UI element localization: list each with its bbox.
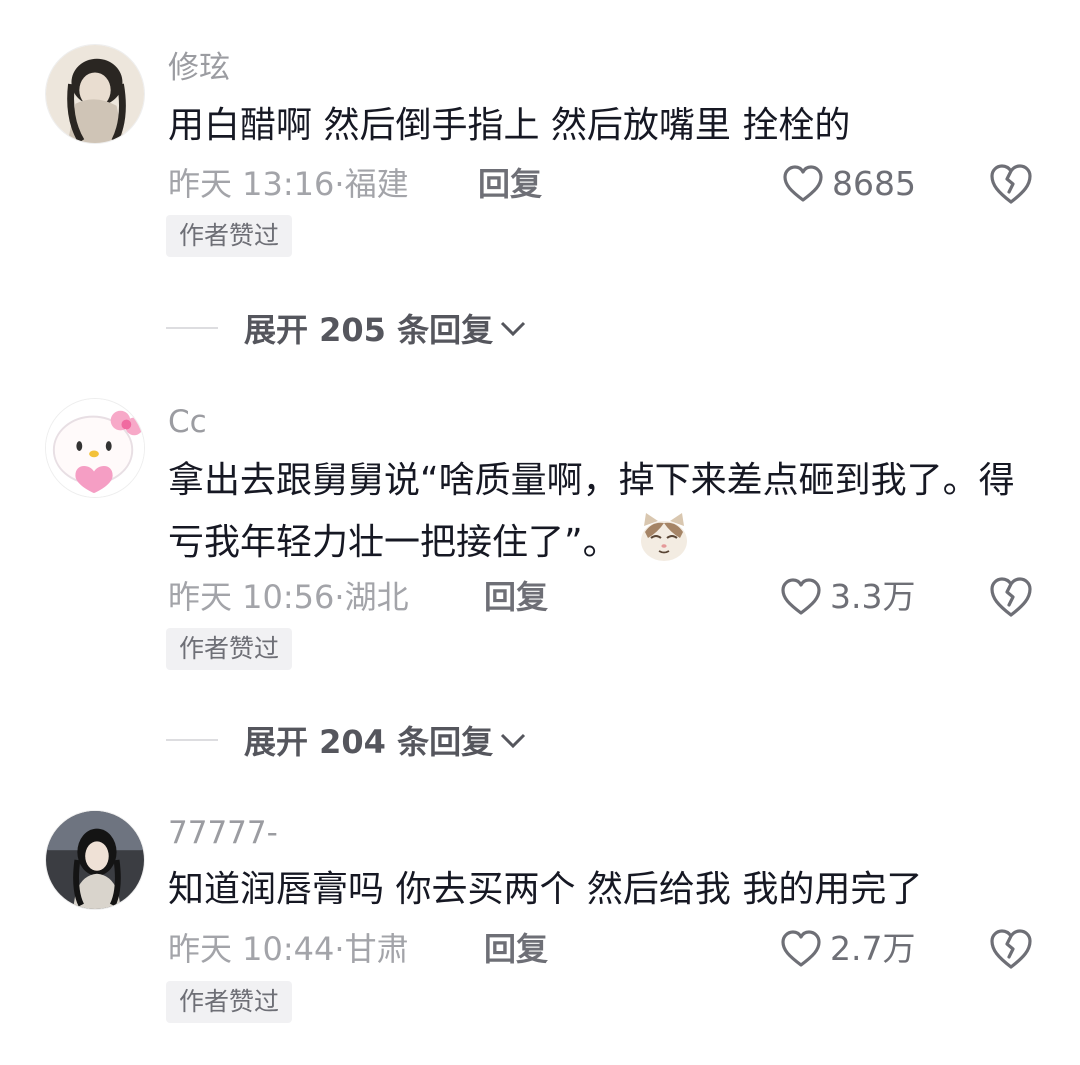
username[interactable]: Cc xyxy=(168,402,207,442)
comment-location: 福建 xyxy=(344,165,409,203)
username[interactable]: 77777- xyxy=(168,813,278,853)
comment-time: 昨天 10:44 xyxy=(168,930,335,968)
author-liked-badge: 作者赞过 xyxy=(166,981,293,1023)
expand-replies-label: 展开 205 条回复 xyxy=(244,311,494,349)
cat-face-emoji xyxy=(641,513,688,561)
comment-text: 用白醋啊 然后倒手指上 然后放嘴里 拴栓的 xyxy=(168,105,851,146)
like-button[interactable]: 3.3万 xyxy=(780,575,915,619)
heart-outline-icon xyxy=(781,930,821,967)
chevron-down-icon xyxy=(501,733,526,749)
heart-outline-icon xyxy=(783,165,823,202)
like-button[interactable]: 8685 xyxy=(782,162,916,206)
reply-button[interactable]: 回复 xyxy=(484,575,548,619)
broken-heart-icon[interactable] xyxy=(988,162,1034,206)
like-count: 3.3万 xyxy=(830,577,916,616)
avatar[interactable] xyxy=(45,810,145,910)
avatar[interactable] xyxy=(45,44,145,144)
comment-meta: 昨天 13:16·福建 xyxy=(168,162,409,206)
chevron-down-icon xyxy=(501,321,526,337)
reply-button[interactable]: 回复 xyxy=(484,927,548,971)
expand-replies-button[interactable]: 展开 204 条回复 xyxy=(166,718,527,762)
comment-meta: 昨天 10:44·甘肃 xyxy=(168,927,409,971)
avatar[interactable] xyxy=(45,398,145,498)
comment-time: 昨天 10:56 xyxy=(168,578,335,616)
divider xyxy=(166,327,218,329)
divider xyxy=(166,739,218,741)
heart-outline-icon xyxy=(781,578,821,615)
like-count: 2.7万 xyxy=(830,929,916,968)
comment-location: 湖北 xyxy=(344,578,409,616)
comment-time: 昨天 13:16 xyxy=(168,165,335,203)
like-button[interactable]: 2.7万 xyxy=(780,927,915,971)
comment-text: 知道润唇膏吗 你去买两个 然后给我 我的用完了 xyxy=(168,869,923,910)
comment-location: 甘肃 xyxy=(344,930,409,968)
like-count: 8685 xyxy=(832,164,916,203)
meta-separator: · xyxy=(334,578,345,616)
expand-replies-button[interactable]: 展开 205 条回复 xyxy=(166,306,527,350)
comment-text: 拿出去跟舅舅说“啥质量啊，掉下来差点砸到我了。得亏我年轻力壮一把接住了”。 xyxy=(168,452,1048,572)
broken-heart-icon[interactable] xyxy=(988,575,1034,619)
expand-replies-label: 展开 204 条回复 xyxy=(244,723,494,761)
author-liked-badge: 作者赞过 xyxy=(166,215,293,257)
author-liked-badge: 作者赞过 xyxy=(166,628,293,670)
meta-separator: · xyxy=(334,165,345,203)
reply-button[interactable]: 回复 xyxy=(478,162,542,206)
username[interactable]: 修玹 xyxy=(168,48,230,88)
meta-separator: · xyxy=(334,930,345,968)
comment-meta: 昨天 10:56·湖北 xyxy=(168,575,409,619)
broken-heart-icon[interactable] xyxy=(988,927,1034,971)
comment-text-body: 拿出去跟舅舅说“啥质量啊，掉下来差点砸到我了。得亏我年轻力壮一把接住了”。 xyxy=(168,460,1015,563)
